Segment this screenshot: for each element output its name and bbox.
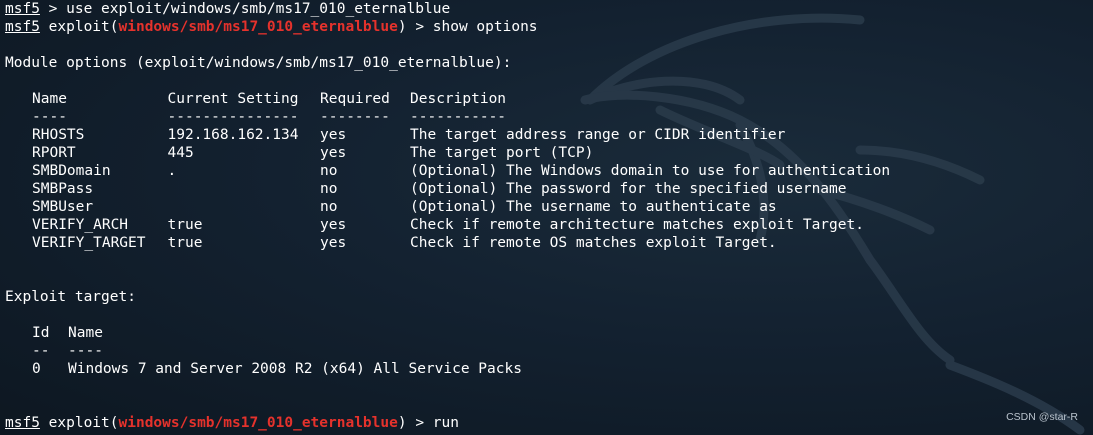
msf-prompt: msf5	[5, 415, 40, 431]
col-name: Name	[32, 91, 67, 107]
col-id: Id	[32, 325, 50, 341]
sep-id: --	[32, 343, 50, 359]
option-name: SMBPass	[32, 181, 94, 197]
table-row: SMBUser no (Optional) The username to auth…	[5, 198, 1090, 216]
option-required: yes	[320, 217, 347, 233]
option-name: VERIFY_ARCH	[32, 217, 129, 233]
target-table-separator: -- ----	[5, 342, 1090, 360]
prompt-prefix: exploit(	[39, 19, 119, 35]
table-row: RHOSTS 192.168.162.134 yes The target addre…	[5, 126, 1090, 144]
option-required: no	[320, 199, 338, 215]
table-row: VERIFY_ARCH true yes Check if remote archit…	[5, 216, 1090, 234]
table-row: RPORT 445 yes The target port (TCP)	[5, 144, 1090, 162]
command-line-run[interactable]: msf5 exploit(windows/smb/ms17_010_eterna…	[5, 414, 1090, 432]
option-setting: .	[167, 163, 177, 179]
module-options-header: Module options (exploit/windows/smb/ms17…	[5, 55, 512, 71]
prompt-prefix: exploit(	[39, 415, 119, 431]
table-row: SMBDomain. no (Optional) The Windows domai…	[5, 162, 1090, 180]
table-row: 0 Windows 7 and Server 2008 R2 (x64) All …	[5, 360, 1090, 378]
msf-prompt: msf5	[5, 1, 40, 17]
option-setting: true	[167, 217, 203, 233]
exploit-target-header: Exploit target:	[5, 289, 136, 305]
option-setting: 192.168.162.134	[167, 127, 299, 143]
option-name: RHOSTS	[32, 127, 85, 143]
sep-name: ----	[32, 109, 67, 125]
option-description: The target port (TCP)	[410, 145, 594, 161]
col-required: Required	[320, 91, 390, 107]
option-required: yes	[320, 145, 347, 161]
option-name: VERIFY_TARGET	[32, 235, 146, 251]
option-name: RPORT	[32, 145, 76, 161]
module-path: windows/smb/ms17_010_eternalblue	[118, 19, 398, 35]
watermark-credit: CSDN @star-R	[1006, 411, 1078, 423]
command-text: > use exploit/windows/smb/ms17_010_etern…	[39, 1, 451, 17]
options-table-separator: ---- --------------- -------- -----------	[5, 108, 1090, 126]
table-row: SMBPass no (Optional) The password for the…	[5, 180, 1090, 198]
option-description: (Optional) The username to authenticate …	[410, 199, 777, 215]
option-description: The target address range or CIDR identif…	[410, 127, 786, 143]
option-description: (Optional) The password for the specifie…	[410, 181, 847, 197]
command-line-use: msf5 > use exploit/windows/smb/ms17_010_…	[5, 0, 1090, 18]
option-required: no	[320, 181, 338, 197]
option-required: no	[320, 163, 338, 179]
option-required: yes	[320, 235, 347, 251]
terminal: msf5 > use exploit/windows/smb/ms17_010_…	[5, 0, 1090, 432]
command-text: ) > run	[397, 415, 459, 431]
sep-description: -----------	[410, 109, 507, 125]
option-name: SMBUser	[32, 199, 94, 215]
msf-prompt: msf5	[5, 19, 40, 35]
command-text: ) > show options	[397, 19, 538, 35]
target-id: 0	[32, 361, 41, 377]
option-description: Check if remote OS matches exploit Targe…	[410, 235, 777, 251]
command-line-show-options: msf5 exploit(windows/smb/ms17_010_eterna…	[5, 18, 1090, 36]
option-description: (Optional) The Windows domain to use for…	[410, 163, 891, 179]
col-target-name: Name	[68, 325, 103, 341]
module-path: windows/smb/ms17_010_eternalblue	[118, 415, 398, 431]
table-row: VERIFY_TARGET true yes Check if remote OS m…	[5, 234, 1090, 252]
sep-required: --------	[320, 109, 390, 125]
sep-setting: ---------------	[167, 109, 299, 125]
col-description: Description	[410, 91, 507, 107]
option-setting: true	[167, 235, 203, 251]
option-setting: 445	[167, 145, 194, 161]
target-table-header: Id Name	[5, 324, 1090, 342]
options-table-header: Name Current Setting Required Description	[5, 90, 1090, 108]
col-setting: Current Setting	[167, 91, 299, 107]
sep-target-name: ----	[68, 343, 103, 359]
target-name: Windows 7 and Server 2008 R2 (x64) All S…	[68, 361, 522, 377]
option-required: yes	[320, 127, 347, 143]
option-name: SMBDomain	[32, 163, 111, 179]
option-description: Check if remote architecture matches exp…	[410, 217, 864, 233]
